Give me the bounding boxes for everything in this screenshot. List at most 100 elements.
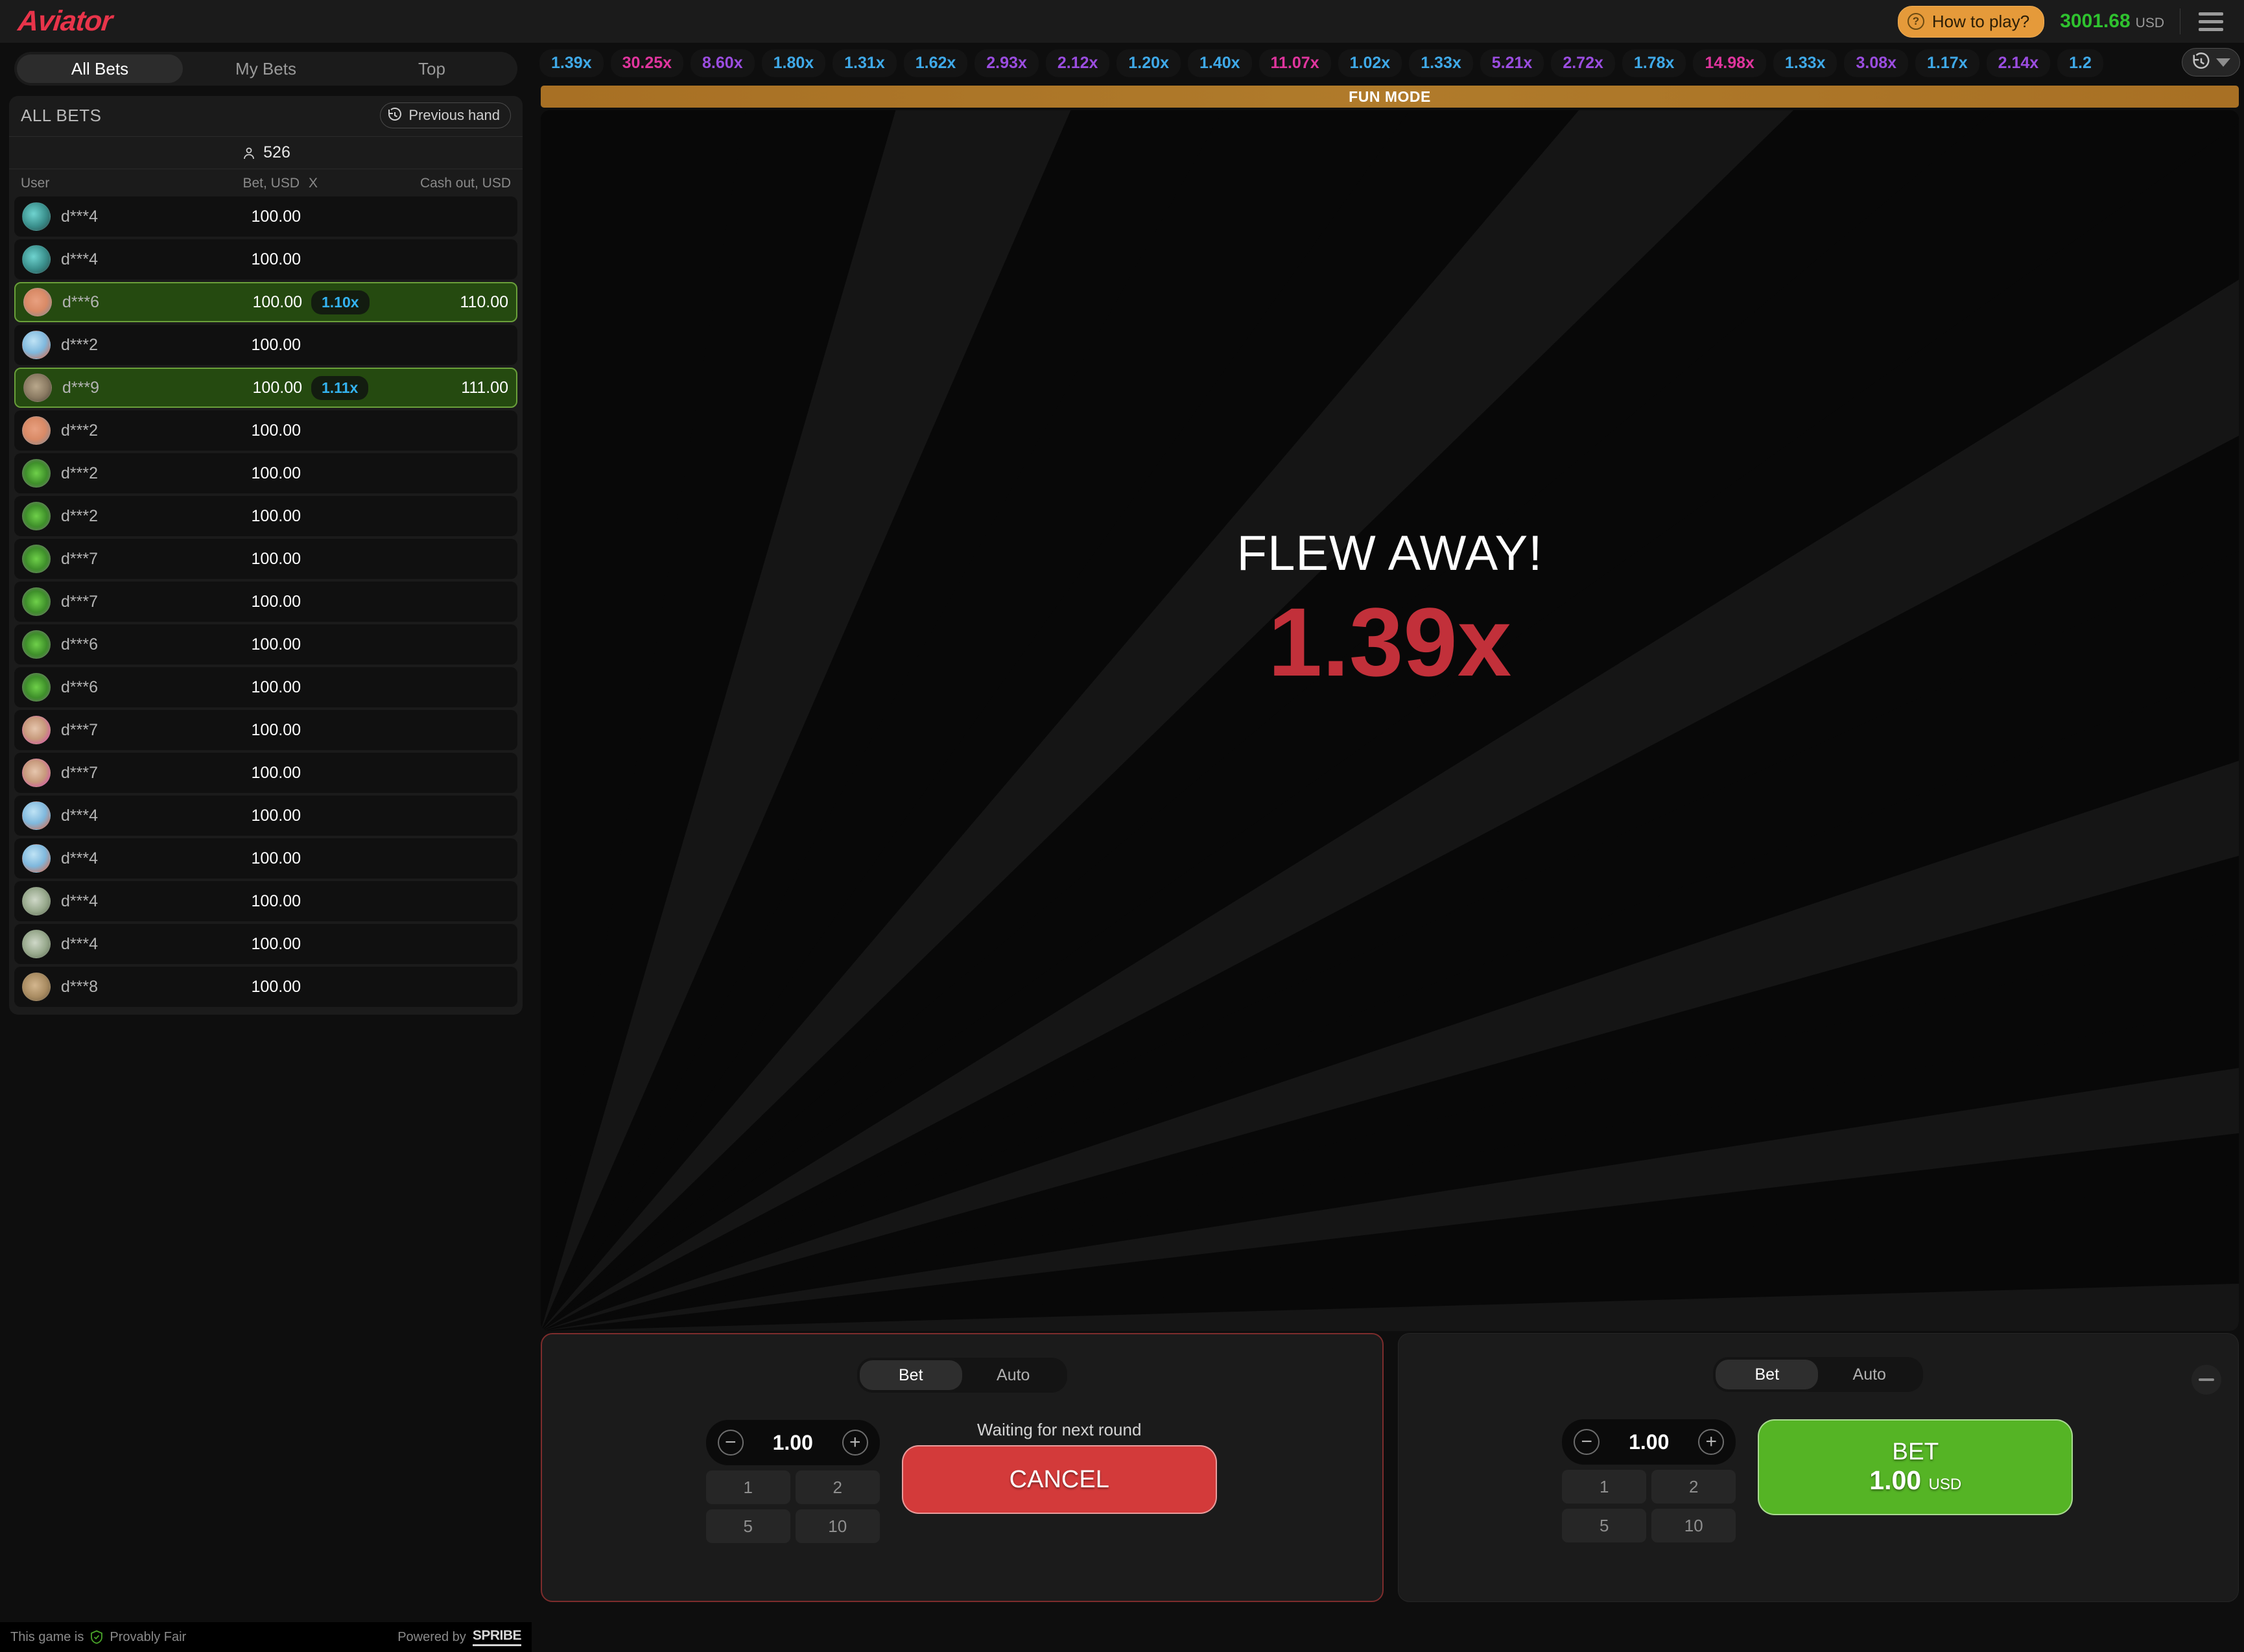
history-multiplier-chip[interactable]: 1.20x [1116, 49, 1181, 77]
history-multiplier-chip[interactable]: 1.39x [539, 49, 604, 77]
bet-panel-right-body: − 1.00 + 1 2 5 10 BET [1562, 1419, 2074, 1542]
table-row[interactable]: d***6100.00 [14, 667, 517, 707]
bet-row-username: d***2 [61, 507, 215, 526]
plus-circle-icon[interactable]: + [1698, 1429, 1724, 1455]
bets-card: ALL BETS Previous hand 526 User Bet, USD… [9, 96, 523, 1015]
minus-icon[interactable] [2191, 1365, 2221, 1395]
bet-row-username: d***6 [62, 293, 217, 312]
bet-amount-right[interactable]: 1.00 [1629, 1430, 1669, 1454]
bet-button[interactable]: BET 1.00 USD [1758, 1419, 2073, 1515]
history-multiplier-chip[interactable]: 30.25x [611, 49, 683, 77]
provably-fair-label: Provably Fair [110, 1630, 186, 1645]
history-multiplier-chip[interactable]: 2.72x [1551, 49, 1615, 77]
bet-row-username: d***6 [61, 678, 215, 697]
history-multiplier-chip[interactable]: 2.12x [1046, 49, 1110, 77]
quick-amount-2-right[interactable]: 2 [1651, 1470, 1736, 1504]
table-row[interactable]: d***4100.00 [14, 239, 517, 279]
online-count: 526 [263, 143, 290, 162]
table-row[interactable]: d***2100.00 [14, 453, 517, 493]
history-multiplier-chip[interactable]: 1.80x [762, 49, 826, 77]
table-row[interactable]: d***2100.00 [14, 496, 517, 536]
stepper-right: − 1.00 + [1562, 1419, 1736, 1465]
quick-amount-1-left[interactable]: 1 [706, 1470, 790, 1504]
history-multiplier-chip[interactable]: 1.17x [1915, 49, 1979, 77]
history-multiplier-chip[interactable]: 2.93x [974, 49, 1039, 77]
table-row[interactable]: d***7100.00 [14, 582, 517, 622]
history-multiplier-chip[interactable]: 14.98x [1693, 49, 1766, 77]
history-multiplier-chip[interactable]: 1.62x [904, 49, 968, 77]
quick-amount-5-right[interactable]: 5 [1562, 1509, 1646, 1542]
plus-circle-icon[interactable]: + [842, 1430, 868, 1456]
balance-currency: USD [2136, 16, 2164, 31]
table-row[interactable]: d***4100.00 [14, 838, 517, 879]
quick-amount-5-left[interactable]: 5 [706, 1509, 790, 1543]
game-canvas: FLEW AWAY! 1.39x [541, 110, 2239, 1331]
table-row[interactable]: d***7100.00 [14, 539, 517, 579]
bet-row-amount: 100.00 [215, 935, 301, 954]
history-multiplier-chip[interactable]: 5.21x [1480, 49, 1544, 77]
avatar [22, 545, 51, 573]
bet-row-username: d***9 [62, 379, 217, 397]
bet-tab-right[interactable]: Bet [1716, 1360, 1818, 1389]
avatar [22, 759, 51, 787]
table-row[interactable]: d***7100.00 [14, 710, 517, 750]
bet-row-username: d***4 [61, 207, 215, 226]
avatar [22, 416, 51, 445]
bet-row-amount: 100.00 [215, 635, 301, 654]
bet-tab-left[interactable]: Bet [860, 1360, 962, 1390]
history-multiplier-chip[interactable]: 8.60x [691, 49, 755, 77]
history-toggle-button[interactable] [2182, 48, 2240, 77]
table-row[interactable]: d***4100.00 [14, 924, 517, 964]
table-row[interactable]: d***2100.00 [14, 410, 517, 451]
bet-row-amount: 100.00 [217, 293, 302, 312]
table-row[interactable]: d***4100.00 [14, 881, 517, 921]
column-bet: Bet, USD [215, 176, 300, 191]
table-row[interactable]: d***9100.001.11x111.00 [14, 368, 517, 408]
history-multiplier-chip[interactable]: 1.33x [1773, 49, 1837, 77]
table-row[interactable]: d***4100.00 [14, 796, 517, 836]
provably-fair-group[interactable]: This game is Provably Fair [10, 1629, 186, 1645]
history-multiplier-chip[interactable]: 3.08x [1844, 49, 1908, 77]
previous-hand-button[interactable]: Previous hand [380, 102, 511, 128]
quick-amount-10-right[interactable]: 10 [1651, 1509, 1736, 1542]
quick-amounts-left: 1 2 5 10 [706, 1470, 880, 1543]
history-multiplier-chip[interactable]: 1.40x [1188, 49, 1252, 77]
history-multiplier-chip[interactable]: 2.14x [1987, 49, 2051, 77]
quick-amount-10-left[interactable]: 10 [796, 1509, 880, 1543]
table-row[interactable]: d***4100.00 [14, 196, 517, 237]
amount-stepper-right: − 1.00 + 1 2 5 10 [1562, 1419, 1736, 1542]
table-row[interactable]: d***7100.00 [14, 753, 517, 793]
auto-tab-right[interactable]: Auto [1818, 1360, 1920, 1389]
avatar [22, 630, 51, 659]
bet-amount-left[interactable]: 1.00 [773, 1431, 813, 1455]
quick-amount-1-right[interactable]: 1 [1562, 1470, 1646, 1504]
tab-top[interactable]: Top [349, 54, 515, 83]
tab-all-bets[interactable]: All Bets [17, 54, 183, 83]
avatar [22, 587, 51, 616]
history-multiplier-chip[interactable]: 1.02x [1338, 49, 1402, 77]
table-row[interactable]: d***8100.00 [14, 967, 517, 1007]
previous-hand-label: Previous hand [408, 107, 500, 124]
cancel-button[interactable]: CANCEL [902, 1445, 1217, 1514]
bets-tabs-wrapper: All Bets My Bets Top [0, 43, 532, 86]
table-row[interactable]: d***2100.00 [14, 325, 517, 365]
history-multiplier-chip[interactable]: 11.07x [1259, 49, 1331, 77]
hamburger-menu-icon[interactable] [2196, 10, 2226, 34]
quick-amount-2-left[interactable]: 2 [796, 1470, 880, 1504]
minus-circle-icon[interactable]: − [1574, 1429, 1600, 1455]
history-multiplier-chip[interactable]: 1.31x [833, 49, 897, 77]
avatar [22, 844, 51, 873]
bets-section-title: ALL BETS [21, 106, 101, 126]
auto-tab-left[interactable]: Auto [962, 1360, 1065, 1390]
history-multiplier-chip[interactable]: 1.78x [1622, 49, 1686, 77]
column-x: X [300, 176, 377, 191]
table-row[interactable]: d***6100.001.10x110.00 [14, 282, 517, 322]
history-multiplier-chip[interactable]: 1.2 [2057, 49, 2103, 77]
table-row[interactable]: d***6100.00 [14, 624, 517, 665]
bet-auto-toggle-left: Bet Auto [857, 1358, 1067, 1393]
minus-circle-icon[interactable]: − [718, 1430, 744, 1456]
history-multiplier-chip[interactable]: 1.33x [1409, 49, 1473, 77]
tab-my-bets[interactable]: My Bets [183, 54, 349, 83]
how-to-play-button[interactable]: ? How to play? [1898, 6, 2044, 38]
avatar [23, 373, 52, 402]
